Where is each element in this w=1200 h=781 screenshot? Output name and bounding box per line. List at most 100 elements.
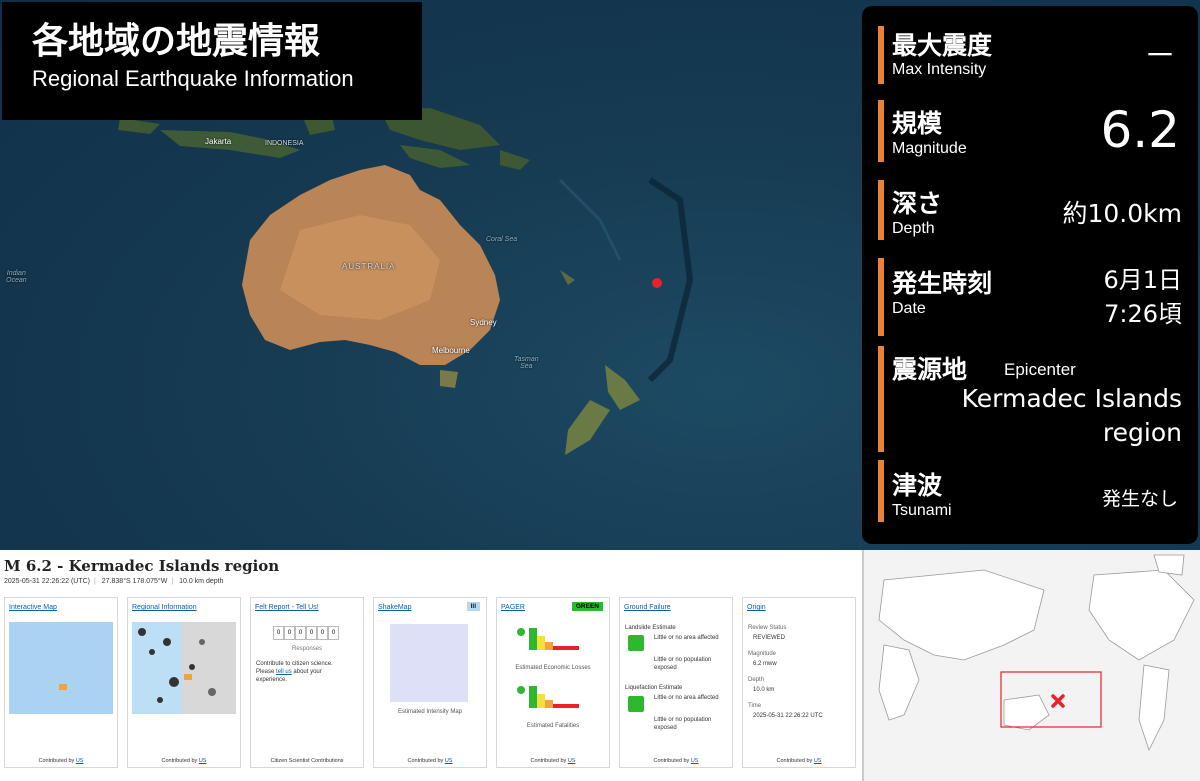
felt-report-link[interactable]: Felt Report - Tell Us!: [255, 604, 319, 611]
epicenter-thumb-marker: [59, 684, 67, 690]
shakemap-link[interactable]: ShakeMap: [378, 604, 411, 611]
responses-label: Responses: [291, 646, 323, 652]
intensity-label-en: Max Intensity: [892, 61, 987, 78]
intensity-label-jp: 最大震度: [892, 31, 993, 60]
pager-alert-badge: GREEN: [571, 602, 603, 611]
card-footer: Contributed by US: [776, 758, 822, 764]
magnitude-label-jp: 規模: [892, 109, 943, 138]
map-label-indian-ocean: Indian Ocean: [6, 270, 27, 284]
landslide-heading: Landslide Estimate: [625, 625, 676, 631]
info-row-date: 発生時刻 Date 6月1日 7:26頃: [878, 258, 1190, 336]
world-overview-map: [862, 550, 1200, 781]
usgs-event-summary: M 6.2 - Kermadec Islands region 2025-05-…: [0, 550, 862, 781]
magnitude-value: 6.2: [1100, 101, 1180, 159]
map-label-sydney: Sydney: [470, 318, 497, 327]
card-origin[interactable]: Origin Review Status REVIEWED Magnitude …: [742, 597, 856, 768]
intensity-value: －: [1143, 36, 1176, 74]
map-label-indonesia: INDONESIA: [265, 140, 304, 147]
tsunami-label-jp: 津波: [892, 471, 943, 500]
liquefaction-heading: Liquefaction Estimate: [625, 685, 683, 691]
pager-economic-histogram: [517, 628, 579, 650]
magnitude-label: Magnitude: [748, 651, 777, 657]
depth-label: Depth: [748, 677, 765, 683]
page-subtitle: Regional Earthquake Information: [32, 66, 354, 91]
date-value-line2: 7:26頃: [1104, 300, 1182, 328]
liquefaction-pop: Little or no population exposed: [654, 717, 712, 731]
info-row-tsunami: 津波 Tsunami 発生なし: [878, 460, 1190, 522]
card-felt-report[interactable]: Felt Report - Tell Us! 0 0 0 0 0 0 Respo…: [250, 597, 364, 768]
info-row-intensity: 最大震度 Max Intensity －: [878, 26, 1190, 84]
info-row-depth: 深さ Depth 約10.0km: [878, 180, 1190, 240]
date-value-line1: 6月1日: [1103, 266, 1182, 294]
card-footer: Contributed by US: [530, 758, 576, 764]
shakemap-thumb[interactable]: [390, 624, 468, 702]
card-footer: Contributed by US: [161, 758, 207, 764]
liquefaction-icon: [628, 696, 644, 712]
depth-label-jp: 深さ: [892, 189, 943, 218]
world-map-svg: [878, 554, 1195, 752]
tsunami-label-en: Tsunami: [892, 502, 952, 519]
map-label-melbourne: Melbourne: [432, 346, 470, 355]
title-box: 各地域の地震情報 Regional Earthquake Information: [2, 2, 422, 120]
time-detail: 2025-05-31 22:26:22 UTC: [753, 713, 823, 719]
map-label-tasman-sea: Tasman Sea: [514, 356, 539, 370]
time-label: Time: [748, 703, 762, 709]
map-label-australia: AUSTRALIA: [342, 262, 396, 271]
landslide-pop: Little or no population exposed: [654, 657, 712, 671]
info-row-epicenter: 震源地 Epicenter Kermadec Islands region: [878, 346, 1190, 452]
review-status-label: Review Status: [748, 625, 787, 631]
event-time: 2025-05-31 22:26:22 (UTC): [4, 578, 90, 585]
card-footer: Contributed by US: [653, 758, 699, 764]
card-regional-info[interactable]: Regional Information Contributed by US: [127, 597, 241, 768]
epicenter-x-marker: [1051, 694, 1065, 708]
liquefaction-area: Little or no area affected: [654, 695, 719, 701]
landslide-icon: [628, 635, 644, 651]
map-label-jakarta: Jakarta: [205, 137, 232, 146]
tsunami-value: 発生なし: [1101, 488, 1178, 510]
satellite-map: Jakarta INDONESIA AUSTRALIA Sydney Melbo…: [0, 0, 1200, 550]
ground-failure-link[interactable]: Ground Failure: [624, 604, 671, 611]
depth-value: 約10.0km: [1062, 199, 1183, 228]
earthquake-info-panel: 最大震度 Max Intensity － 規模 Magnitude 6.2 深さ…: [862, 6, 1198, 544]
magnitude-detail: 6.2 mww: [753, 661, 777, 667]
depth-label-en: Depth: [892, 220, 935, 237]
epicenter-value-line1: Kermadec Islands: [961, 384, 1182, 413]
card-interactive-map[interactable]: Interactive Map Contributed by US: [4, 597, 118, 768]
regional-info-thumb[interactable]: [132, 622, 236, 714]
depth-detail: 10.0 km: [753, 687, 775, 693]
page-title: 各地域の地震情報: [32, 21, 321, 62]
pager-fatality-histogram: [517, 686, 579, 708]
event-title: M 6.2 - Kermadec Islands region: [4, 557, 280, 575]
card-pager[interactable]: PAGER GREEN Estimated Economic Losses Es…: [496, 597, 610, 768]
interactive-map-link[interactable]: Interactive Map: [9, 604, 57, 611]
card-footer: Citizen Scientist Contributions: [270, 758, 344, 764]
pager-link[interactable]: PAGER: [501, 604, 525, 611]
card-ground-failure[interactable]: Ground Failure Landslide Estimate Little…: [619, 597, 733, 768]
interactive-map-thumb[interactable]: [9, 622, 113, 714]
event-meta: 2025-05-31 22:26:22 (UTC) | 27.838°S 178.…: [4, 578, 224, 585]
date-label-en: Date: [892, 300, 926, 317]
event-location: 27.838°S 178.075°W: [101, 578, 168, 585]
magnitude-label-en: Magnitude: [892, 140, 967, 157]
epicenter-label-jp: 震源地: [892, 355, 968, 384]
pager-fatal-caption: Estimated Fatalities: [526, 723, 580, 729]
regional-info-link[interactable]: Regional Information: [132, 604, 197, 611]
landslide-area: Little or no area affected: [654, 635, 719, 641]
card-shakemap[interactable]: ShakeMap III Estimated Intensity Map Con…: [373, 597, 487, 768]
event-depth: 10.0 km depth: [179, 578, 224, 585]
tell-us-link[interactable]: tell us: [276, 669, 292, 675]
card-footer: Contributed by US: [38, 758, 84, 764]
map-label-coral-sea: Coral Sea: [486, 236, 518, 243]
pager-econ-caption: Estimated Economic Losses: [515, 665, 591, 671]
shakemap-caption: Estimated Intensity Map: [397, 709, 463, 715]
felt-description: Contribute to citizen science. Please te…: [256, 661, 333, 683]
card-footer: Contributed by US: [407, 758, 453, 764]
review-status-value: REVIEWED: [753, 635, 786, 641]
epicenter-marker: [652, 278, 662, 288]
shakemap-intensity-badge: III: [466, 602, 480, 611]
epicenter-value-line2: region: [1102, 418, 1182, 447]
info-row-magnitude: 規模 Magnitude 6.2: [878, 100, 1190, 162]
epicenter-label-en: Epicenter: [1004, 360, 1076, 379]
origin-link[interactable]: Origin: [747, 604, 766, 611]
felt-counter: 0 0 0 0 0 0: [273, 626, 339, 640]
